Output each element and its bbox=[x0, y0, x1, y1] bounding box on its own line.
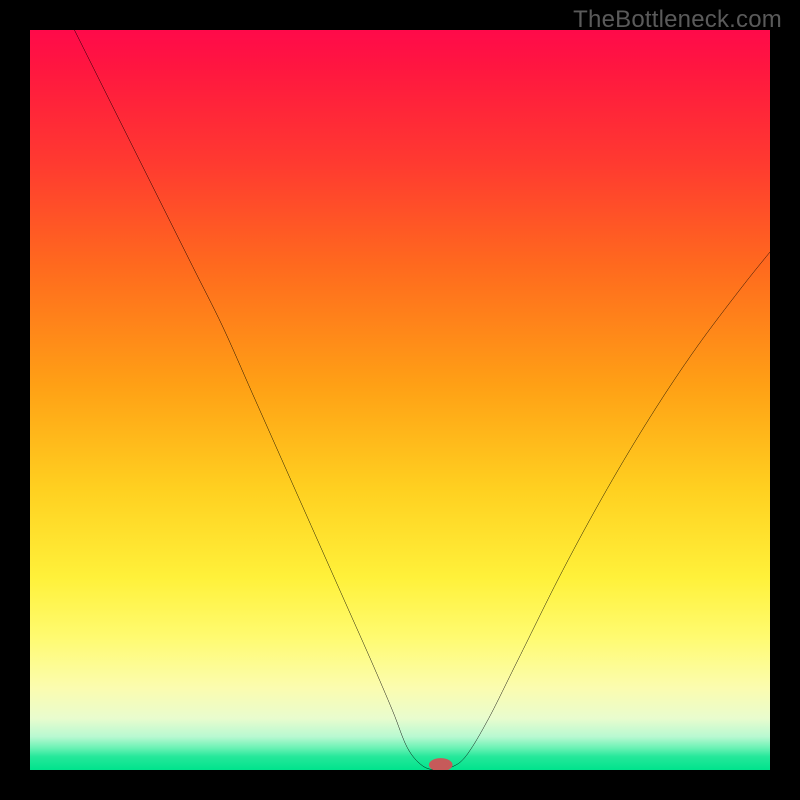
chart-frame: TheBottleneck.com bbox=[0, 0, 800, 800]
bottleneck-curve bbox=[30, 30, 770, 770]
watermark-text: TheBottleneck.com bbox=[573, 6, 782, 34]
target-marker bbox=[429, 758, 453, 770]
plot-area bbox=[30, 30, 770, 770]
curve-path bbox=[74, 30, 770, 770]
